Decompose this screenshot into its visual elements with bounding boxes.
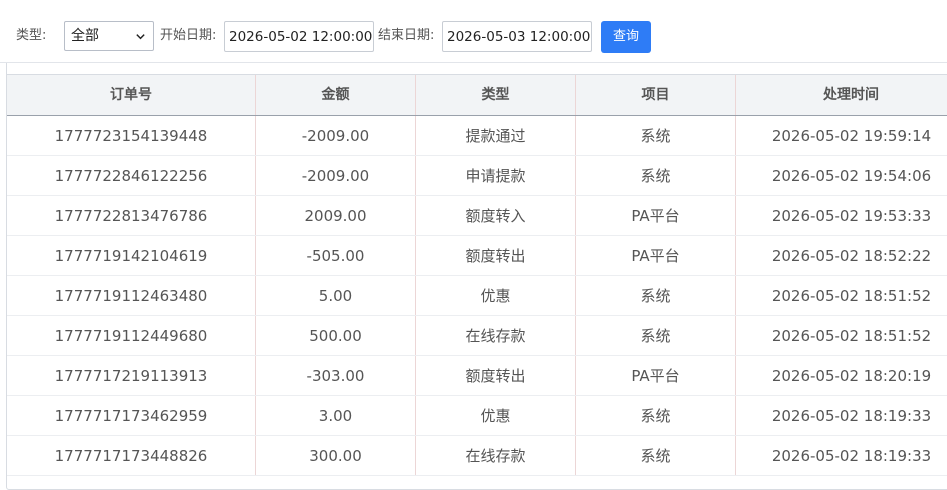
amount-cell: 500.00 bbox=[256, 316, 416, 355]
type-cell: 在线存款 bbox=[416, 436, 576, 475]
start-date-input[interactable]: 2026-05-02 12:00:00 bbox=[224, 21, 374, 52]
table-header-row: 订单号 金额 类型 项目 处理时间 bbox=[7, 75, 947, 116]
header-type[interactable]: 类型 bbox=[416, 75, 576, 115]
order-id-cell: 1777719142104619 bbox=[7, 236, 256, 275]
query-button[interactable]: 查询 bbox=[601, 21, 651, 53]
amount-cell: 300.00 bbox=[256, 436, 416, 475]
amount-cell: -2009.00 bbox=[256, 156, 416, 195]
amount-cell: 5.00 bbox=[256, 276, 416, 315]
start-date-label: 开始日期: bbox=[160, 28, 217, 43]
type-cell: 在线存款 bbox=[416, 316, 576, 355]
type-cell: 提款通过 bbox=[416, 116, 576, 155]
type-cell: 优惠 bbox=[416, 396, 576, 435]
time-cell: 2026-05-02 19:54:06 bbox=[771, 167, 932, 185]
amount-cell: -2009.00 bbox=[256, 116, 416, 155]
header-project[interactable]: 项目 bbox=[576, 75, 736, 115]
filter-bar: 类型: 全部 开始日期: 2026-05-02 12:00:00 结束日期: 2… bbox=[0, 0, 947, 63]
type-cell: 申请提款 bbox=[416, 156, 576, 195]
table-row: 1777719112463480 5.00 优惠 系统 2026-05-02 1… bbox=[7, 276, 947, 316]
amount-cell: 2009.00 bbox=[256, 196, 416, 235]
project-cell: PA平台 bbox=[576, 356, 736, 395]
time-cell: 2026-05-02 18:52:22 bbox=[771, 247, 932, 265]
table-row: 1777717173462959 3.00 优惠 系统 2026-05-02 1… bbox=[7, 396, 947, 436]
type-select-value: 全部 bbox=[71, 28, 99, 44]
time-cell: 2026-05-02 18:20:19 bbox=[771, 367, 932, 385]
time-cell: 2026-05-02 19:53:33 bbox=[771, 207, 932, 225]
order-id-cell: 1777719112449680 bbox=[7, 316, 256, 355]
type-cell: 额度转入 bbox=[416, 196, 576, 235]
amount-cell: 3.00 bbox=[256, 396, 416, 435]
header-amount[interactable]: 金额 bbox=[256, 75, 416, 115]
time-cell: 2026-05-02 18:51:52 bbox=[771, 327, 932, 345]
table-row: 1777717173448826 300.00 在线存款 系统 2026-05-… bbox=[7, 436, 947, 476]
chevron-down-icon bbox=[136, 34, 145, 40]
order-id-cell: 1777722846122256 bbox=[7, 156, 256, 195]
table-row: 1777722846122256 -2009.00 申请提款 系统 2026-0… bbox=[7, 156, 947, 196]
table-row: 1777723154139448 -2009.00 提款通过 系统 2026-0… bbox=[7, 116, 947, 156]
project-cell: PA平台 bbox=[576, 196, 736, 235]
end-date-label: 结束日期: bbox=[378, 28, 435, 43]
table-row: 1777722813476786 2009.00 额度转入 PA平台 2026-… bbox=[7, 196, 947, 236]
order-id-cell: 1777717173448826 bbox=[7, 436, 256, 475]
header-order-id[interactable]: 订单号 bbox=[7, 75, 256, 115]
type-cell: 额度转出 bbox=[416, 356, 576, 395]
project-cell: 系统 bbox=[576, 156, 736, 195]
type-label: 类型: bbox=[16, 28, 47, 43]
time-cell: 2026-05-02 19:59:14 bbox=[771, 127, 932, 145]
table-row: 1777717219113913 -303.00 额度转出 PA平台 2026-… bbox=[7, 356, 947, 396]
amount-cell: -505.00 bbox=[256, 236, 416, 275]
type-cell: 优惠 bbox=[416, 276, 576, 315]
type-select[interactable]: 全部 bbox=[64, 21, 154, 51]
project-cell: 系统 bbox=[576, 396, 736, 435]
project-cell: 系统 bbox=[576, 276, 736, 315]
table-row: 1777719142104619 -505.00 额度转出 PA平台 2026-… bbox=[7, 236, 947, 276]
project-cell: 系统 bbox=[576, 316, 736, 355]
time-cell: 2026-05-02 18:19:33 bbox=[771, 407, 932, 425]
order-id-cell: 1777717219113913 bbox=[7, 356, 256, 395]
time-cell: 2026-05-02 18:51:52 bbox=[771, 287, 932, 305]
order-id-cell: 1777719112463480 bbox=[7, 276, 256, 315]
header-process-time[interactable]: 处理时间 bbox=[736, 75, 947, 115]
amount-cell: -303.00 bbox=[256, 356, 416, 395]
order-id-cell: 1777717173462959 bbox=[7, 396, 256, 435]
table-row: 1777719112449680 500.00 在线存款 系统 2026-05-… bbox=[7, 316, 947, 356]
project-cell: 系统 bbox=[576, 116, 736, 155]
end-date-input[interactable]: 2026-05-03 12:00:00 bbox=[442, 21, 592, 52]
project-cell: 系统 bbox=[576, 436, 736, 475]
project-cell: PA平台 bbox=[576, 236, 736, 275]
type-cell: 额度转出 bbox=[416, 236, 576, 275]
records-table: 订单号 金额 类型 项目 处理时间 1777723154139448 -2009… bbox=[6, 74, 947, 476]
time-cell: 2026-05-02 18:19:33 bbox=[771, 447, 932, 465]
order-id-cell: 1777722813476786 bbox=[7, 196, 256, 235]
order-id-cell: 1777723154139448 bbox=[7, 116, 256, 155]
